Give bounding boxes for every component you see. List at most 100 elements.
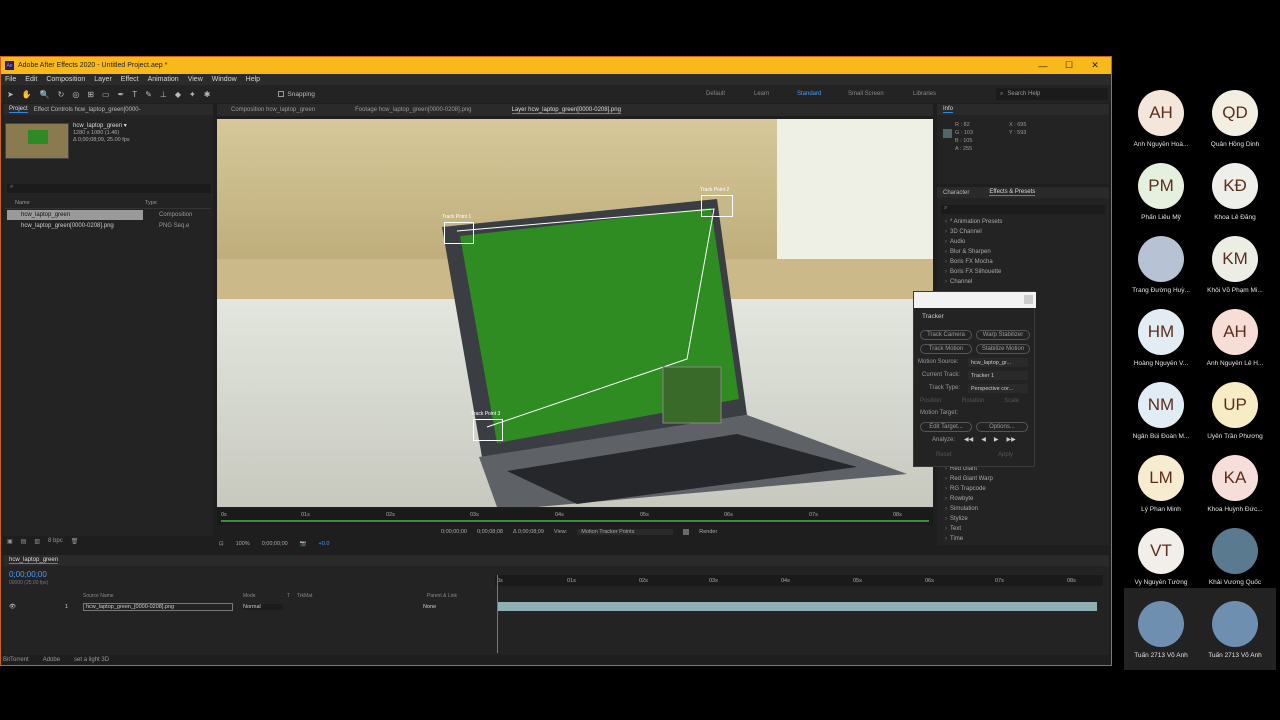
participant-tile[interactable]: AH Anh Nguyễn Lê H... — [1198, 309, 1272, 367]
participant-tile[interactable]: Tuấn 2713 Võ Anh — [1198, 601, 1272, 659]
trash-icon[interactable]: 🗑 — [71, 538, 79, 545]
effect-category[interactable]: › Text — [945, 526, 961, 532]
workspace-libraries[interactable]: Libraries — [913, 91, 936, 97]
effect-category[interactable]: › Simulation — [945, 506, 978, 512]
col-source-name[interactable]: Source Name — [83, 593, 243, 601]
layer-viewer[interactable]: Track Point 1 Track Point 2 Track Point … — [217, 119, 933, 507]
tab-effects-presets[interactable]: Effects & Presets — [989, 189, 1036, 196]
tab-character[interactable]: Character — [943, 190, 969, 196]
track-point-3[interactable] — [473, 419, 503, 441]
effect-category[interactable]: › * Animation Presets — [945, 219, 1002, 225]
minimize-button[interactable]: — — [1031, 57, 1055, 74]
tab-layer[interactable]: Layer hcw_laptop_green[0000-0208].png — [511, 107, 621, 114]
current-time[interactable]: 0;00;00;00 — [262, 541, 288, 547]
menu-window[interactable]: Window — [212, 76, 237, 83]
reset-button[interactable]: Reset — [936, 452, 952, 458]
current-time-indicator[interactable] — [497, 575, 498, 653]
interpret-footage-icon[interactable]: ▣ — [7, 538, 13, 545]
workspace-small-screen[interactable]: Small Screen — [848, 91, 884, 97]
workspace-learn[interactable]: Learn — [754, 91, 769, 97]
clone-tool-icon[interactable]: ⊥ — [160, 90, 167, 99]
menu-help[interactable]: Help — [246, 76, 260, 83]
scale-checkbox[interactable]: Scale — [1004, 398, 1019, 404]
track-point-2[interactable] — [701, 195, 733, 217]
taskbar-adobe[interactable]: Adobe — [43, 657, 60, 663]
menu-layer[interactable]: Layer — [94, 76, 112, 83]
analyze-back-multiple-icon[interactable]: ◀◀ — [964, 436, 973, 443]
eye-icon[interactable]: 👁 — [9, 604, 65, 610]
participant-tile[interactable]: AH Anh Nguyễn Hoà... — [1124, 90, 1198, 148]
participant-tile[interactable]: Khải Vương Quốc — [1198, 528, 1272, 586]
track-motion-button[interactable]: Track Motion — [920, 344, 972, 354]
tracker-close-icon[interactable] — [1024, 295, 1033, 304]
tracker-drag-bar[interactable] — [914, 292, 1036, 308]
analyze-forward-one-icon[interactable]: ▶ — [994, 436, 999, 443]
motion-source-dropdown[interactable]: hcw_laptop_gr... — [968, 358, 1028, 367]
col-t[interactable]: T — [287, 593, 297, 601]
tab-effect-controls[interactable]: Effect Controls hcw_laptop_green[0000- — [34, 107, 141, 113]
track-point-1[interactable] — [444, 222, 474, 244]
hand-tool-icon[interactable]: ✋ — [22, 90, 32, 99]
menu-view[interactable]: View — [188, 76, 203, 83]
timeline-ruler[interactable]: 0s 01s 02s 03s 04s 05s 06s 07s 08s — [495, 575, 1103, 586]
effect-category[interactable]: › Boris FX Silhouette — [945, 269, 1001, 275]
tab-composition[interactable]: Composition hcw_laptop_green — [231, 107, 315, 113]
col-parent[interactable]: Parent & Link — [427, 593, 457, 601]
snapping-toggle[interactable]: Snapping — [278, 91, 315, 98]
participant-tile[interactable]: Trang Đường Huỳ... — [1124, 236, 1198, 294]
rectangle-tool-icon[interactable]: ▭ — [102, 90, 110, 99]
stabilize-motion-button[interactable]: Stabilize Motion — [976, 344, 1030, 354]
menu-file[interactable]: File — [5, 76, 16, 83]
participant-tile[interactable]: QD Quân Hồng Dinh — [1198, 90, 1272, 148]
analyze-forward-multiple-icon[interactable]: ▶▶ — [1006, 436, 1015, 443]
close-button[interactable]: ✕ — [1083, 57, 1107, 74]
effect-category[interactable]: › Rowbyte — [945, 496, 973, 502]
options-button[interactable]: Options... — [976, 422, 1028, 432]
taskbar-set-a-light[interactable]: set a light 3D — [74, 657, 109, 663]
participant-tile[interactable]: KM Khôi Võ Phạm Mi... — [1198, 236, 1272, 294]
col-trkmat[interactable]: TrkMat — [297, 593, 427, 601]
col-name[interactable]: Name — [5, 200, 145, 208]
effects-search-input[interactable]: ⌕ — [941, 205, 1105, 214]
col-mode[interactable]: Mode — [243, 593, 287, 601]
timeline-current-time[interactable]: 0;00;00;00 — [9, 570, 47, 579]
rotate-tool-icon[interactable]: ↻ — [58, 90, 65, 99]
puppet-tool-icon[interactable]: ✱ — [204, 90, 211, 99]
out-point[interactable]: 0;00;08;08 — [477, 529, 503, 535]
layer-mode-dropdown[interactable]: Normal — [243, 603, 283, 610]
snapshot-icon[interactable]: 📷 — [300, 541, 307, 547]
effect-category[interactable]: › Channel — [945, 279, 972, 285]
participant-tile[interactable]: UP Uyên Trần Phương — [1198, 382, 1272, 440]
camera-tool-icon[interactable]: ◎ — [72, 90, 79, 99]
apply-button[interactable]: Apply — [998, 452, 1013, 458]
menu-animation[interactable]: Animation — [148, 76, 179, 83]
effect-category[interactable]: › 3D Channel — [945, 229, 982, 235]
layer-time-ruler[interactable]: 0s 01s 02s 03s 04s 05s 06s 07s 08s — [217, 509, 933, 525]
analyze-back-one-icon[interactable]: ◀ — [981, 436, 986, 443]
pen-tool-icon[interactable]: ✒ — [118, 90, 125, 99]
track-camera-button[interactable]: Track Camera — [920, 330, 972, 340]
view-dropdown[interactable]: Motion Tracker Points — [577, 528, 674, 535]
project-item-composition[interactable]: hcw_laptop_green — [7, 210, 143, 220]
effect-category[interactable]: › Audio — [945, 239, 965, 245]
effect-category[interactable]: › Blur & Sharpen — [945, 249, 991, 255]
current-track-dropdown[interactable]: Tracker 1 — [968, 371, 1028, 380]
in-point[interactable]: 0;00;00;00 — [441, 529, 467, 535]
taskbar-bittorrent[interactable]: BitTorrent — [3, 657, 29, 663]
new-comp-icon[interactable]: ▥ — [34, 538, 40, 545]
tab-info[interactable]: Info — [943, 106, 954, 113]
project-search-input[interactable]: ⌕ — [7, 184, 211, 193]
type-tool-icon[interactable]: T — [132, 90, 137, 99]
timeline-layer-row[interactable]: 👁 1 hcw_laptop_green_[0000-0208].png Nor… — [9, 602, 493, 611]
new-folder-icon[interactable]: ▤ — [21, 538, 27, 545]
menu-edit[interactable]: Edit — [25, 76, 37, 83]
workspace-default[interactable]: Default — [706, 91, 725, 97]
menu-effect[interactable]: Effect — [121, 76, 139, 83]
exposure-offset[interactable]: +0.0 — [319, 541, 330, 547]
snapping-checkbox[interactable] — [278, 91, 285, 97]
rotation-checkbox[interactable]: Rotation — [962, 398, 984, 404]
maximize-button[interactable]: ☐ — [1057, 57, 1081, 74]
search-help-field[interactable]: ⌕ Search Help — [996, 88, 1108, 100]
effect-category[interactable]: › Stylize — [945, 516, 968, 522]
participant-tile[interactable]: KA Khoa Huỳnh Đức... — [1198, 455, 1272, 513]
